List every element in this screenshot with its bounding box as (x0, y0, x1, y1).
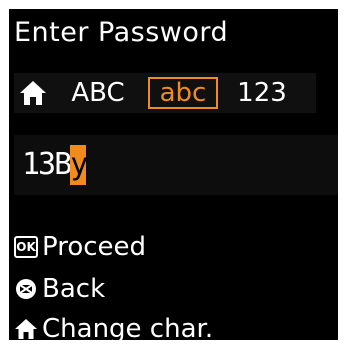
page-title: Enter Password (14, 17, 229, 48)
ok-badge-icon: OK (14, 236, 38, 258)
action-change-char[interactable]: Change char. (14, 311, 213, 340)
entered-chars: 13B (22, 147, 72, 182)
action-proceed[interactable]: OK Proceed (14, 229, 146, 265)
back-label: Back (42, 274, 106, 304)
change-char-label: Change char. (42, 314, 214, 340)
action-back[interactable]: Back (14, 271, 105, 307)
home-icon[interactable] (18, 79, 48, 107)
mode-numeric[interactable]: 123 (228, 77, 296, 109)
text-cursor: y (70, 145, 88, 185)
mode-uppercase[interactable]: ABC (60, 77, 136, 109)
password-input[interactable]: 13By (14, 135, 338, 195)
password-text: 13By (22, 145, 88, 185)
home-icon (15, 319, 37, 339)
stop-back-icon (16, 279, 36, 299)
printer-lcd-screen: Enter Password ABC abc 123 13By OK Proce… (9, 9, 338, 340)
mode-lowercase[interactable]: abc (148, 77, 218, 109)
input-mode-bar: ABC abc 123 (14, 73, 316, 113)
proceed-label: Proceed (42, 232, 147, 262)
